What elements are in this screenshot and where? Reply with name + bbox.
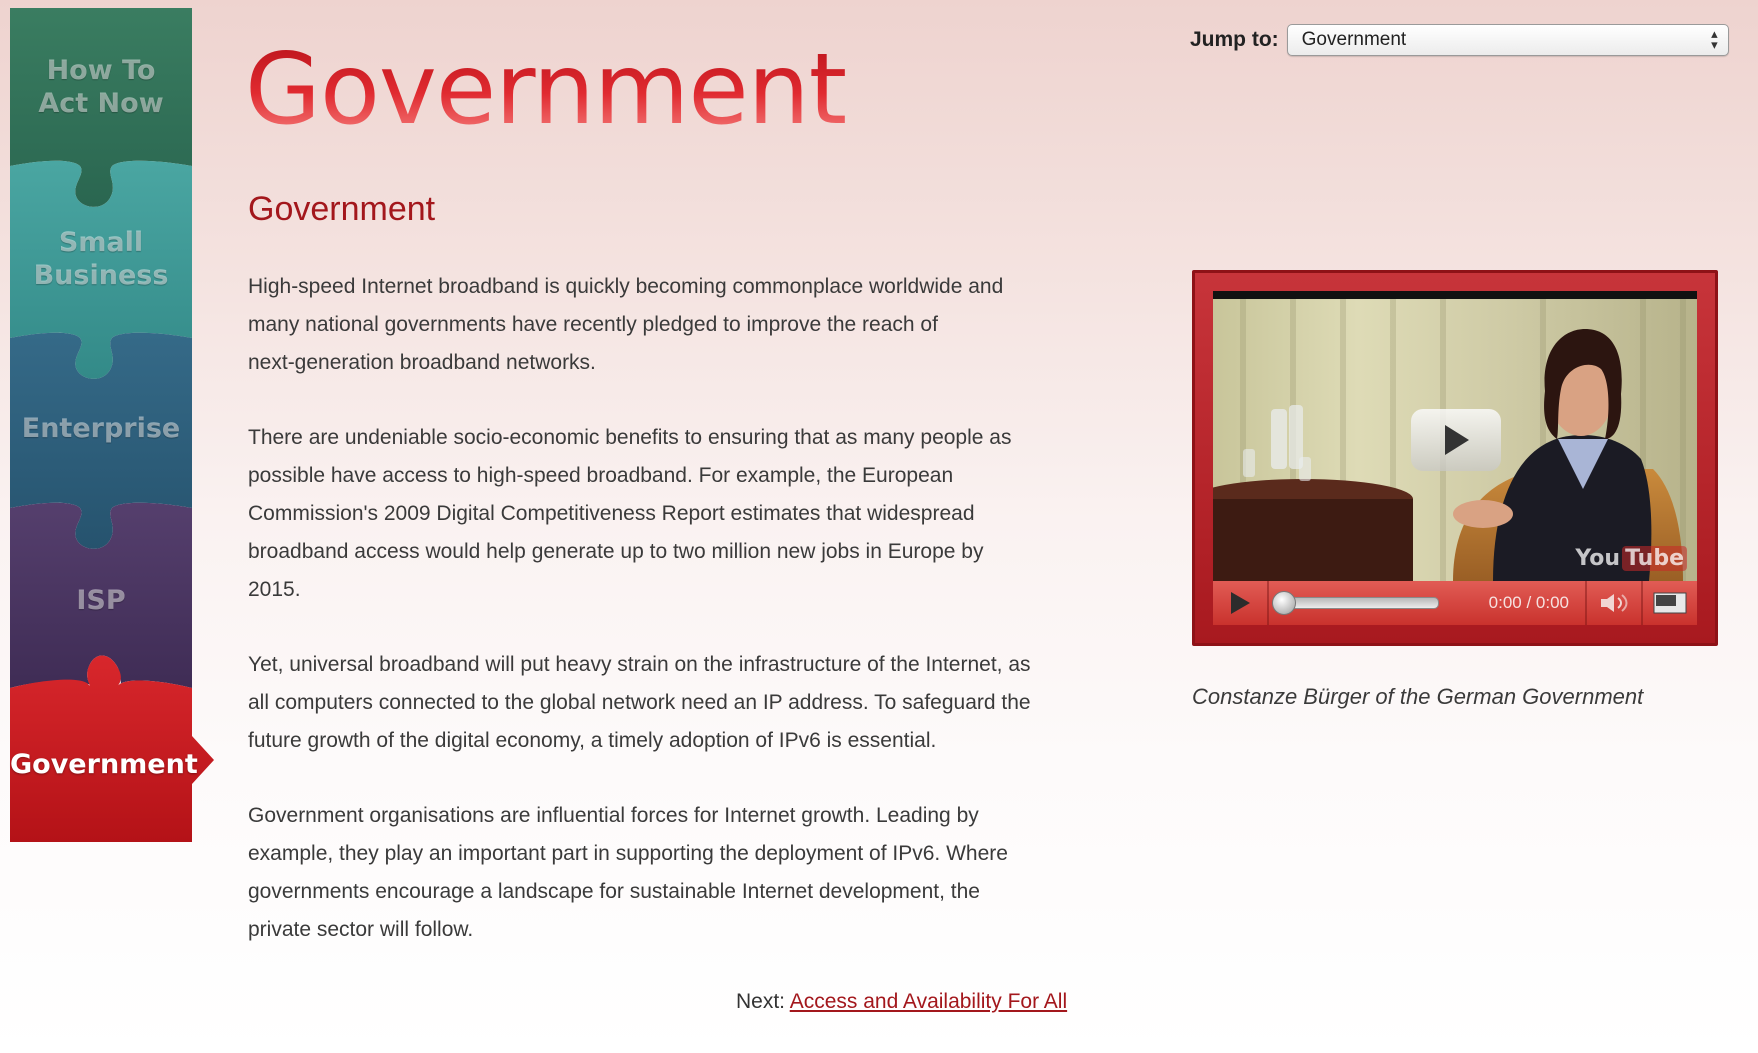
fullscreen-icon [1653,592,1687,614]
time-display: 0:00 / 0:00 [1488,593,1569,612]
paragraph-line: Government organisations are influential… [248,804,979,827]
jump-to-select[interactable]: Government ▴ ▾ [1286,24,1729,56]
sidebar-item-small-business[interactable]: Small Business [10,226,192,292]
play-button[interactable] [1213,581,1267,625]
paragraph-line: private sector will follow. [248,918,474,941]
paragraph-line: future growth of the digital economy, a … [248,729,937,752]
main-content: High-speed Internet broadband is quickly… [248,268,1098,986]
youtube-logo-you: You [1575,546,1621,571]
progress-knob[interactable] [1272,591,1296,615]
progress-bar[interactable] [1272,591,1439,615]
video-thumbnail[interactable]: You Tube [1213,299,1697,581]
next-navigation: Next: Access and Availability For All [736,990,1067,1014]
sidebar-item-how-to-act-now[interactable]: How To Act Now [10,54,192,120]
paragraph-line: 2015. [248,578,301,601]
video-controls: 0:00 / 0:00 [1213,581,1697,625]
paragraph-line: High-speed Internet broadband is quickly… [248,275,1004,298]
paragraph-line: Yet, universal broadband will put heavy … [248,653,1031,676]
paragraph: High-speed Internet broadband is quickly… [248,268,1098,382]
paragraph-line: broadband access would help generate up … [248,540,984,563]
sidebar-item-enterprise[interactable]: Enterprise [10,412,192,445]
sidebar-item-label: Enterprise [21,413,181,444]
sidebar-item-label: Small [58,227,144,258]
select-arrows-icon: ▴ ▾ [1711,26,1718,52]
paragraph: There are undeniable socio-economic bene… [248,419,1098,609]
sidebar-item-label: Business [33,260,169,291]
sidebar-nav: How To Act Now Small Business Enterprise… [10,8,214,848]
sidebar-item-label: How To [46,55,156,86]
video-player: You Tube 0:00 / 0:00 [1192,270,1718,646]
sidebar-item-label: ISP [76,585,126,616]
next-link[interactable]: Access and Availability For All [790,990,1067,1013]
paragraph-line: next-generation broadband networks. [248,351,596,374]
youtube-logo: You Tube [1575,546,1687,571]
fullscreen-button[interactable] [1643,581,1697,625]
banner-title: Government [245,30,847,170]
jump-to: Jump to: Government ▴ ▾ [1190,24,1729,56]
paragraph-line: all computers connected to the global ne… [248,691,1031,714]
paragraph-line: There are undeniable socio-economic bene… [248,426,1012,449]
paragraph-line: many national governments have recently … [248,313,938,336]
paragraph-line: possible have access to high-speed broad… [248,464,954,487]
progress-area: 0:00 / 0:00 [1269,581,1585,625]
page-title: Government [248,190,436,228]
play-icon [1231,592,1250,614]
sidebar-item-label: Act Now [38,88,164,119]
sidebar-item-government[interactable]: Government [10,748,198,781]
paragraph-line: Commission's 2009 Digital Competitivenes… [248,502,975,525]
next-label: Next: [736,990,786,1013]
sidebar-item-isp[interactable]: ISP [10,584,192,617]
paragraph-line: governments encourage a landscape for su… [248,880,980,903]
play-icon [1445,425,1469,455]
volume-button[interactable] [1587,581,1641,625]
video-viewport: You Tube 0:00 / 0:00 [1213,291,1697,625]
paragraph: Government organisations are influential… [248,797,1098,949]
play-overlay-button[interactable] [1411,409,1501,471]
paragraph: Yet, universal broadband will put heavy … [248,646,1098,760]
video-top-bar [1213,291,1697,299]
jump-to-label: Jump to: [1190,28,1279,51]
paragraph-line: example, they play an important part in … [248,842,1008,865]
video-caption: Constanze Bürger of the German Governmen… [1192,684,1644,709]
jump-to-selected-value: Government [1301,29,1407,50]
sidebar-item-label: Government [10,749,198,780]
youtube-logo-tube: Tube [1622,546,1687,571]
volume-icon [1601,594,1628,612]
